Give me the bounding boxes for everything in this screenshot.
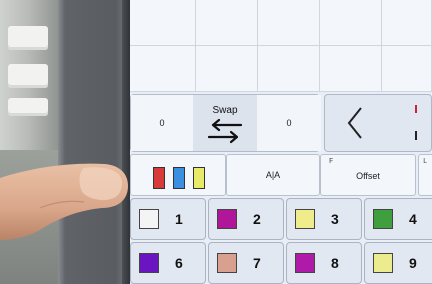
palette-item[interactable]: 6 [130, 242, 206, 284]
top-grid [130, 0, 432, 92]
palette-number: 3 [331, 211, 339, 227]
grid-cell[interactable] [130, 0, 196, 46]
back-button[interactable] [325, 95, 385, 151]
touch-screen: 0 Swap 0 A|A F Offset L 1 2 3 4 6 7 8 9 [130, 0, 432, 284]
grid-cell[interactable] [258, 46, 320, 92]
color-chip [217, 209, 237, 229]
grid-cell[interactable] [320, 0, 382, 46]
photo-background [0, 0, 60, 284]
grid-cell[interactable] [382, 46, 432, 92]
palette-item[interactable]: 2 [208, 198, 284, 240]
palette-number: 6 [175, 255, 183, 271]
color-chip [295, 209, 315, 229]
next-tool-shortcut-key: L [423, 158, 428, 166]
palette-number: 2 [253, 211, 261, 227]
palette-item[interactable]: 3 [286, 198, 362, 240]
offset-button[interactable]: F Offset [320, 154, 416, 196]
background-object [8, 98, 48, 116]
background-shelf [0, 150, 60, 284]
swap-button[interactable]: Swap [193, 95, 257, 151]
chevron-left-icon [347, 107, 362, 139]
swap-control: 0 Swap 0 [130, 94, 321, 152]
color-chip [217, 253, 237, 273]
grid-cell[interactable] [320, 46, 382, 92]
swap-row: 0 Swap 0 [130, 94, 432, 152]
color-chip [139, 209, 159, 229]
color-chip [139, 253, 159, 273]
palette-number: 7 [253, 255, 261, 271]
palette-item[interactable]: 1 [130, 198, 206, 240]
device-bezel [58, 0, 130, 284]
tools-row: A|A F Offset L [130, 154, 432, 196]
swatch-yellow [193, 167, 205, 189]
color-chip [295, 253, 315, 273]
palette-number: 4 [409, 211, 417, 227]
swap-right-value[interactable]: 0 [257, 95, 321, 151]
grid-cell[interactable] [382, 0, 432, 46]
navigation-control [324, 94, 432, 152]
color-chip [373, 209, 393, 229]
offset-label: Offset [356, 171, 380, 181]
cursor-marks-icon [415, 105, 417, 140]
palette-item[interactable]: 8 [286, 242, 362, 284]
swatch-red [153, 167, 165, 189]
color-chip [373, 253, 393, 273]
background-object [8, 26, 48, 50]
palette-number: 1 [175, 211, 183, 227]
palette-item[interactable]: 4 [364, 198, 432, 240]
palette-item[interactable]: 7 [208, 242, 284, 284]
palette-number: 9 [409, 255, 417, 271]
swatch-blue [173, 167, 185, 189]
grid-cell[interactable] [196, 46, 258, 92]
grid-cell[interactable] [130, 46, 196, 92]
next-tool-button[interactable]: L [418, 154, 432, 196]
color-swatches-button[interactable] [130, 154, 226, 196]
offset-shortcut-key: F [329, 158, 334, 166]
swap-label: Swap [212, 105, 238, 116]
background-object [8, 64, 48, 88]
aia-button[interactable]: A|A [226, 154, 320, 196]
device-bezel-edge [122, 0, 130, 284]
palette-number: 8 [331, 255, 339, 271]
palette-item[interactable]: 9 [364, 242, 432, 284]
swap-left-value[interactable]: 0 [131, 95, 193, 151]
grid-cell[interactable] [196, 0, 258, 46]
grid-cell[interactable] [258, 0, 320, 46]
color-palette: 1 2 3 4 6 7 8 9 [130, 198, 432, 284]
swap-arrows-icon [207, 118, 243, 144]
